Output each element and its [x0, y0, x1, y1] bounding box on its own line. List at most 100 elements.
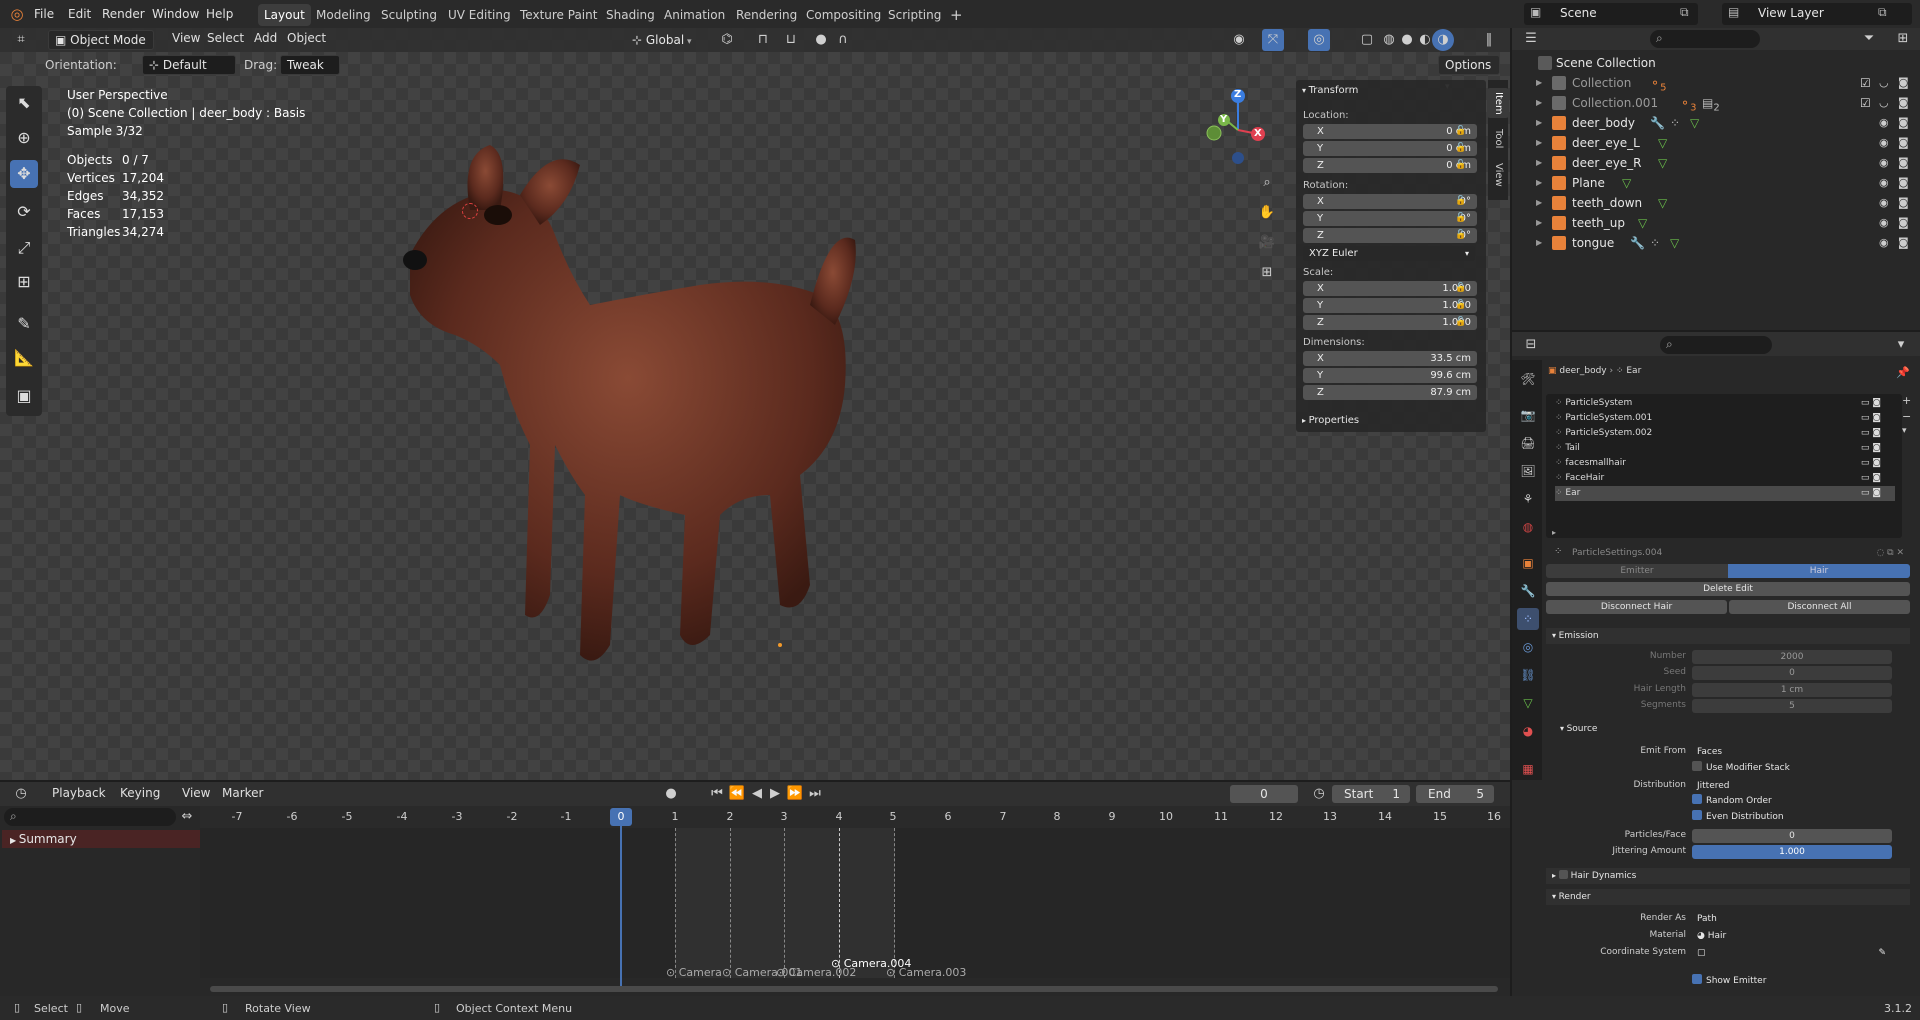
- eye-icon[interactable]: ◡: [1879, 93, 1889, 113]
- view-layer-selector[interactable]: ▤ View Layer ⧉: [1722, 3, 1912, 25]
- timeline-menu-playback[interactable]: Playback: [46, 783, 112, 803]
- outliner-row-teeth-down[interactable]: ▶ teeth_down ▽ ◉ ◙: [1530, 193, 1920, 213]
- camera-icon[interactable]: ◙: [1898, 93, 1909, 113]
- output-properties-icon[interactable]: 🖨: [1517, 432, 1539, 454]
- orientation-dropdown[interactable]: ⊹ Default: [142, 55, 236, 75]
- dimensions-y-field[interactable]: Y 99.6 cm: [1303, 368, 1477, 383]
- particle-system-item[interactable]: ⁘ ParticleSystem ▭ ◙: [1555, 396, 1895, 411]
- timeline-search-input[interactable]: ⌕: [4, 808, 176, 826]
- material-properties-icon[interactable]: ◕: [1517, 720, 1539, 742]
- type-hair-button[interactable]: Hair: [1728, 564, 1910, 578]
- modifier-properties-icon[interactable]: 🔧: [1517, 580, 1539, 602]
- texture-properties-icon[interactable]: ▦: [1517, 758, 1539, 780]
- location-z-field[interactable]: Z0 cm: [1303, 158, 1477, 173]
- camera-icon[interactable]: ◙: [1898, 153, 1909, 173]
- camera-marker[interactable]: ⊙ Camera.003: [886, 966, 966, 979]
- checkbox-icon[interactable]: ☑: [1860, 93, 1871, 113]
- segments-field[interactable]: 5: [1692, 699, 1892, 713]
- rotation-x-field[interactable]: X 0°: [1303, 194, 1477, 209]
- render-as-dropdown[interactable]: Path: [1692, 912, 1892, 926]
- cursor-tool-icon[interactable]: ⊕: [10, 124, 38, 152]
- lock-icon[interactable]: 🔓: [1455, 196, 1466, 206]
- select-tool-icon[interactable]: ⬉: [10, 89, 38, 117]
- render-toggle-icon[interactable]: ▭ ◙: [1861, 396, 1881, 411]
- material-dropdown[interactable]: ◕ Hair: [1692, 929, 1892, 943]
- sidebar-tab-tool[interactable]: Tool: [1487, 124, 1509, 154]
- outliner-row-collection[interactable]: ▶ Collection ⚬5 ☑ ◡ ◙: [1530, 73, 1920, 93]
- gizmo-toggle-icon[interactable]: ⤧: [1262, 29, 1284, 51]
- camera-icon[interactable]: ◙: [1898, 73, 1909, 93]
- render-toggle-icon[interactable]: ▭ ◙: [1861, 471, 1881, 486]
- camera-icon[interactable]: ◙: [1898, 113, 1909, 133]
- timeline-menu-keying[interactable]: Keying: [114, 783, 166, 803]
- outliner-row-plane[interactable]: ▶ Plane ▽ ◉ ◙: [1530, 173, 1920, 193]
- camera-icon[interactable]: ◙: [1898, 133, 1909, 153]
- outliner-row-deer-eye-l[interactable]: ▶ deer_eye_L ▽ ◉ ◙: [1530, 133, 1920, 153]
- menu-file[interactable]: File: [28, 4, 60, 24]
- lock-icon[interactable]: 🔓: [1455, 213, 1466, 223]
- coordinate-system-field[interactable]: ▢ ✎: [1692, 946, 1892, 960]
- lock-icon[interactable]: 🔓: [1455, 126, 1466, 136]
- particle-settings-selector[interactable]: ParticleSettings.004 ◌ ⧉ ✕: [1572, 546, 1908, 560]
- even-distribution-checkbox[interactable]: Even Distribution: [1692, 810, 1784, 824]
- physics-properties-icon[interactable]: ◎: [1517, 636, 1539, 658]
- disconnect-all-button[interactable]: Disconnect All: [1729, 600, 1910, 614]
- timeline-editor-icon[interactable]: ◷: [10, 783, 32, 805]
- end-frame-field[interactable]: End 5: [1416, 785, 1494, 803]
- editor-type-icon[interactable]: ⌗: [10, 29, 32, 51]
- camera-icon[interactable]: ◙: [1898, 233, 1909, 253]
- tab-scripting[interactable]: Scripting: [882, 4, 947, 26]
- chevron-down-icon[interactable]: ▾: [1890, 334, 1912, 356]
- scene-properties-icon[interactable]: ⚘: [1517, 488, 1539, 510]
- mode-dropdown[interactable]: ▣ Object Mode: [48, 30, 154, 50]
- current-frame-field[interactable]: 0: [1230, 785, 1298, 803]
- jump-start-icon[interactable]: ⏮: [706, 783, 728, 805]
- eye-icon[interactable]: ◡: [1879, 73, 1889, 93]
- timeline-scrollbar[interactable]: [210, 986, 1498, 992]
- eye-icon[interactable]: ◉: [1879, 153, 1889, 173]
- add-workspace-button[interactable]: +: [944, 4, 969, 26]
- filter-icon[interactable]: ⏷: [1858, 28, 1880, 50]
- menu-edit[interactable]: Edit: [62, 4, 97, 24]
- proportional-edit-icon[interactable]: ●: [810, 29, 832, 51]
- copy-view-layer-icon[interactable]: ⧉: [1878, 5, 1887, 20]
- add-cube-tool-icon[interactable]: ▣: [10, 382, 38, 410]
- properties-editor-icon[interactable]: ⊟: [1520, 334, 1542, 356]
- annotate-tool-icon[interactable]: ✎: [10, 310, 38, 338]
- render-toggle-icon[interactable]: ▭ ◙: [1861, 441, 1881, 456]
- particle-system-item[interactable]: ⁘ ParticleSystem.001 ▭ ◙: [1555, 411, 1895, 426]
- chevron-down-icon[interactable]: ▾: [1902, 426, 1907, 436]
- outliner-row-scene-collection[interactable]: Scene Collection: [1530, 53, 1920, 73]
- data-properties-icon[interactable]: ▽: [1517, 692, 1539, 714]
- snap-icon[interactable]: ⊓: [752, 29, 774, 51]
- sidebar-tab-view[interactable]: View: [1487, 160, 1509, 190]
- copy-scene-icon[interactable]: ⧉: [1680, 5, 1689, 20]
- lock-icon[interactable]: 🔓: [1455, 300, 1466, 310]
- eye-icon[interactable]: ◉: [1879, 213, 1889, 233]
- outliner-row-collection-001[interactable]: ▶ Collection.001 ⚬3 ▤2 ☑ ◡ ◙: [1530, 93, 1920, 113]
- use-modifier-stack-checkbox[interactable]: Use Modifier Stack: [1692, 761, 1790, 775]
- source-panel-header[interactable]: ▾ Source: [1560, 724, 1597, 734]
- pivot-icon[interactable]: ⌬: [716, 29, 738, 51]
- play-icon[interactable]: ▶: [764, 783, 786, 805]
- render-toggle-icon[interactable]: ▭ ◙: [1861, 411, 1881, 426]
- camera-view-icon[interactable]: 🎥: [1256, 232, 1278, 254]
- pin-icon[interactable]: 📌: [1892, 362, 1914, 384]
- rotation-mode-dropdown[interactable]: XYZ Euler ▾: [1303, 246, 1475, 261]
- rotate-tool-icon[interactable]: ⟳: [10, 198, 38, 226]
- dimensions-z-field[interactable]: Z 87.9 cm: [1303, 385, 1477, 400]
- xray-icon[interactable]: ▢: [1356, 29, 1378, 51]
- dimensions-x-field[interactable]: X 33.5 cm: [1303, 351, 1477, 366]
- outliner-row-deer-eye-r[interactable]: ▶ deer_eye_R ▽ ◉ ◙: [1530, 153, 1920, 173]
- current-frame-indicator[interactable]: 0: [610, 808, 632, 826]
- transform-orientation-dropdown[interactable]: ⊹ Global ▾: [632, 30, 692, 50]
- list-options-icon[interactable]: ▸: [1552, 528, 1556, 537]
- transform-tool-icon[interactable]: ⊞: [10, 268, 38, 296]
- distribution-dropdown[interactable]: Jittered: [1692, 779, 1892, 793]
- tab-compositing[interactable]: Compositing: [800, 4, 887, 26]
- camera-marker[interactable]: ⊙ Camera: [666, 966, 722, 979]
- viewport-menu-add[interactable]: Add: [248, 28, 283, 48]
- outliner-editor-icon[interactable]: ☰: [1520, 28, 1542, 50]
- falloff-icon[interactable]: ∩: [832, 29, 854, 51]
- checkbox-icon[interactable]: ☑: [1860, 73, 1871, 93]
